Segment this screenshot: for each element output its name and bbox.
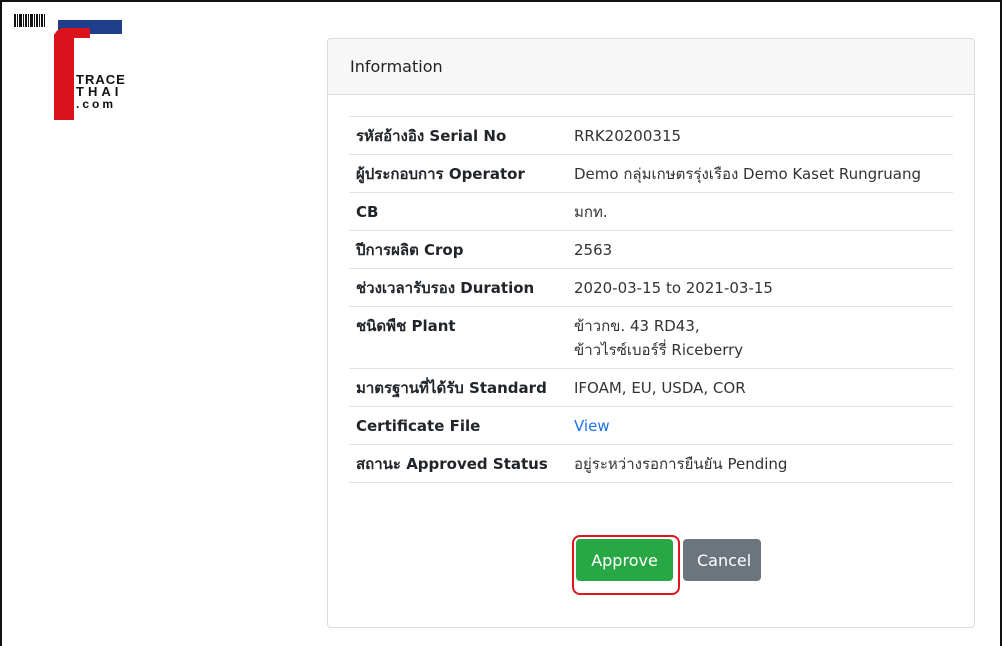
status-value: อยู่ระหว่างรอการยืนยัน Pending <box>567 444 953 483</box>
standard-label: มาตรฐานที่ได้รับ Standard <box>349 368 567 407</box>
table-row: ผู้ประกอบการ Operator Demo กลุ่มเกษตรรุ่… <box>349 154 953 193</box>
logo-text-line3: .com <box>76 97 117 111</box>
tracethai-logo: TRACE THAI .com <box>14 14 125 120</box>
cb-label: CB <box>349 192 567 231</box>
crop-value: 2563 <box>567 230 953 269</box>
cb-value: มกท. <box>567 192 953 231</box>
certificate-label: Certificate File <box>349 406 567 445</box>
table-row: มาตรฐานที่ได้รับ Standard IFOAM, EU, USD… <box>349 368 953 407</box>
table-row: รหัสอ้างอิง Serial No RRK20200315 <box>349 116 953 155</box>
card-header: Information <box>328 39 974 95</box>
barcode-icon <box>14 14 64 27</box>
status-label: สถานะ Approved Status <box>349 444 567 483</box>
plant-label: ชนิดพืช Plant <box>349 306 567 369</box>
certificate-view-link[interactable]: View <box>574 417 610 435</box>
operator-label: ผู้ประกอบการ Operator <box>349 154 567 193</box>
action-buttons: Approve Cancel <box>576 539 761 581</box>
crop-label: ปีการผลิต Crop <box>349 230 567 269</box>
table-row: ชนิดพืช Plant ข้าวกข. 43 RD43, ข้าวไรซ์เ… <box>349 306 953 369</box>
operator-value: Demo กลุ่มเกษตรรุ่งเรือง Demo Kaset Rung… <box>567 154 953 193</box>
plant-value: ข้าวกข. 43 RD43, ข้าวไรซ์เบอร์รี่ Ricebe… <box>567 306 953 369</box>
serial-label: รหัสอ้างอิง Serial No <box>349 116 567 155</box>
table-row: CB มกท. <box>349 192 953 231</box>
information-table: รหัสอ้างอิง Serial No RRK20200315 ผู้ประ… <box>349 116 953 544</box>
serial-value: RRK20200315 <box>567 116 953 155</box>
table-row: ปีการผลิต Crop 2563 <box>349 230 953 269</box>
standard-value: IFOAM, EU, USDA, COR <box>567 368 953 407</box>
approve-button[interactable]: Approve <box>576 539 673 581</box>
plant-value-line: ข้าวไรซ์เบอร์รี่ Riceberry <box>574 341 744 359</box>
table-row: สถานะ Approved Status อยู่ระหว่างรอการยื… <box>349 444 953 483</box>
duration-value: 2020-03-15 to 2021-03-15 <box>567 268 953 307</box>
table-row: Certificate File View <box>349 406 953 445</box>
table-row: ช่วงเวลารับรอง Duration 2020-03-15 to 20… <box>349 268 953 307</box>
plant-value-line: ข้าวกข. 43 RD43, <box>574 317 700 335</box>
cancel-button[interactable]: Cancel <box>683 539 761 581</box>
duration-label: ช่วงเวลารับรอง Duration <box>349 268 567 307</box>
